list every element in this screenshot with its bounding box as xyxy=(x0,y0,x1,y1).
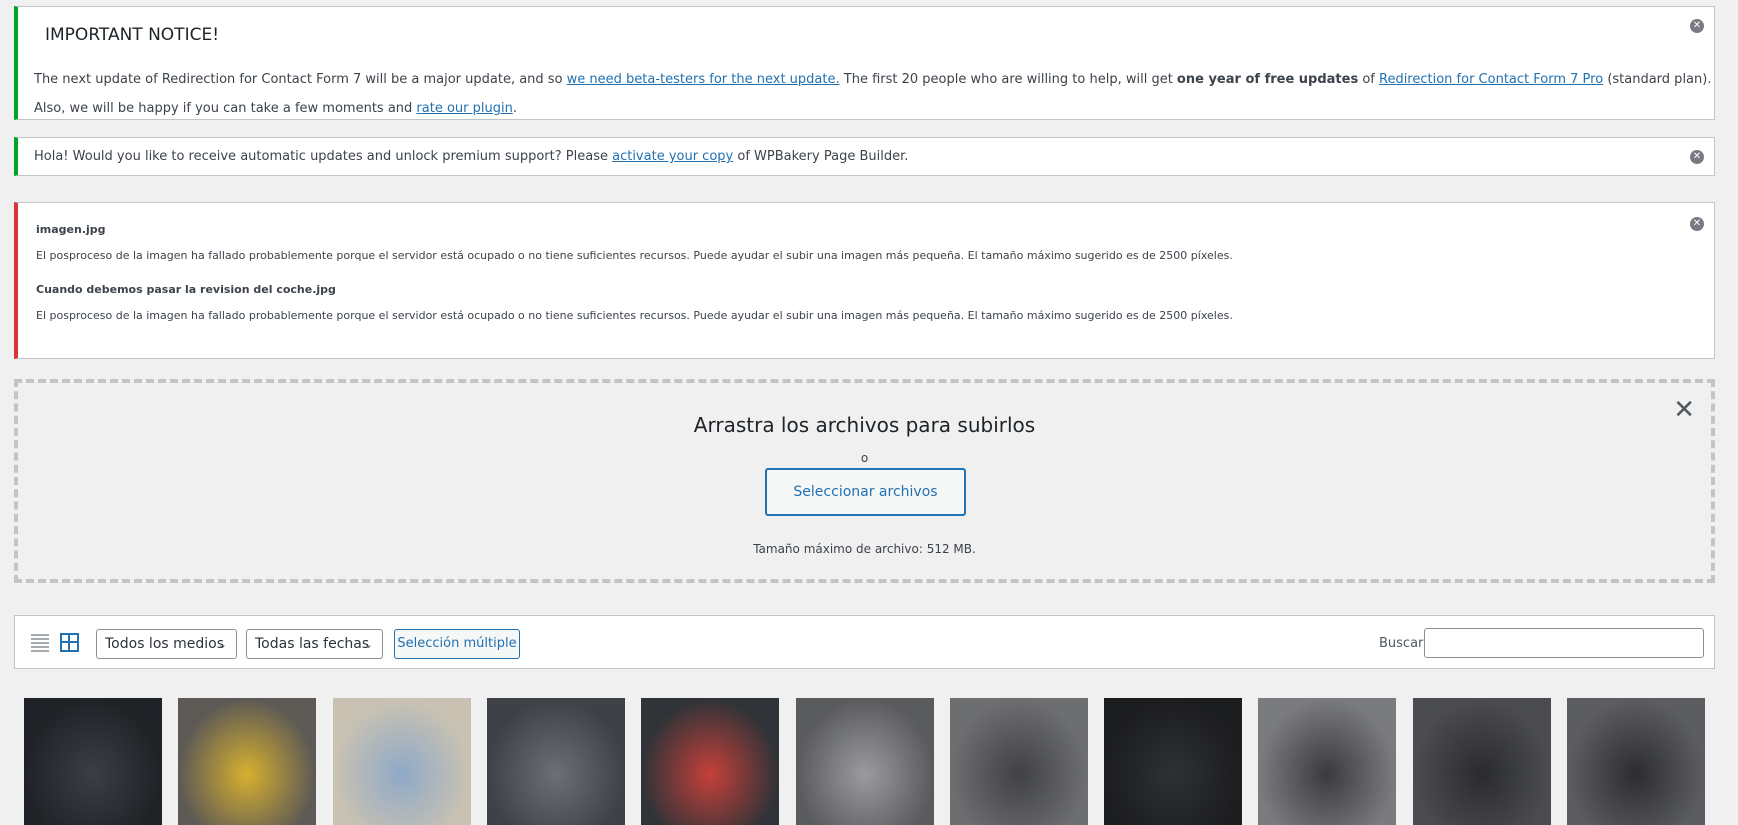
thumb-navigation-map[interactable] xyxy=(332,698,471,825)
search-label: Buscar xyxy=(1379,636,1424,651)
filter-value: Todos los medios xyxy=(105,636,225,652)
error-filename: imagen.jpg xyxy=(36,223,106,236)
thumb-usb-ports[interactable] xyxy=(1104,698,1243,825)
upload-dropzone[interactable]: ✕ Arrastra los archivos para subirlos o … xyxy=(14,379,1715,583)
thumb-steering-left[interactable] xyxy=(1412,698,1551,825)
thumb-steering-right[interactable] xyxy=(1567,698,1705,825)
upload-error-notice: imagen.jpg El posproceso de la imagen ha… xyxy=(14,202,1715,359)
thumbnail-image xyxy=(949,698,1088,825)
notice-paragraph: Hola! Would you like to receive automati… xyxy=(34,149,908,164)
filter-value: Todas las fechas xyxy=(255,636,370,652)
search-input[interactable] xyxy=(1424,628,1704,658)
drop-instructions: Arrastra los archivos para subirlos xyxy=(693,413,1036,437)
thumbnail-image xyxy=(1258,698,1397,825)
error-message: El posproceso de la imagen ha fallado pr… xyxy=(36,309,1233,322)
notice-text: (standard plan). xyxy=(1603,72,1712,87)
notice-text: The next update of Redirection for Conta… xyxy=(34,72,567,87)
thumbnail-image xyxy=(24,698,162,825)
thumbnail-image xyxy=(1567,698,1705,825)
notice-text: . xyxy=(512,101,517,116)
thumbnail-image xyxy=(1104,698,1243,825)
dismiss-icon[interactable]: ✕ xyxy=(1690,19,1704,33)
bulk-select-button[interactable]: Selección múltiple xyxy=(394,629,520,659)
dismiss-icon[interactable]: ✕ xyxy=(1690,150,1704,164)
media-type-filter[interactable]: Todos los medios ⌄ xyxy=(96,629,237,659)
notice-text: of WPBakery Page Builder. xyxy=(733,149,909,164)
thumbnail-image xyxy=(332,698,471,825)
notice-text: Hola! Would you like to receive automati… xyxy=(34,149,613,164)
thumbnail-image xyxy=(795,698,934,825)
thumbnail-image xyxy=(178,698,317,825)
thumb-drive-buttons[interactable] xyxy=(1258,698,1397,825)
max-upload-size: Tamaño máximo de archivo: 512 MB. xyxy=(753,542,976,556)
notice-title: IMPORTANT NOTICE! xyxy=(45,25,220,45)
thumbnail-image xyxy=(486,698,625,825)
thumbnail-image xyxy=(1412,698,1551,825)
activate-copy-link[interactable]: activate your copy xyxy=(612,149,733,164)
error-filename: Cuando debemos pasar la revision del coc… xyxy=(36,283,336,296)
wpbakery-notice: Hola! Would you like to receive automati… xyxy=(14,137,1715,176)
rate-plugin-link[interactable]: rate our plugin xyxy=(416,101,512,116)
important-notice: IMPORTANT NOTICE! The next update of Red… xyxy=(14,6,1715,120)
or-separator: o xyxy=(860,451,869,465)
grid-view-icon[interactable] xyxy=(60,633,79,652)
chevron-down-icon: ⌄ xyxy=(363,638,373,651)
thumb-climate-controls[interactable] xyxy=(949,698,1088,825)
thumb-infotainment-apps[interactable] xyxy=(641,698,780,825)
notice-bold-text: one year of free updates xyxy=(1176,72,1359,87)
thumb-infotainment-menu[interactable] xyxy=(486,698,625,825)
notice-paragraph: Also, we will be happy if you can take a… xyxy=(34,101,517,116)
beta-testers-link[interactable]: we need beta-testers for the next update… xyxy=(567,72,840,87)
notice-paragraph: The next update of Redirection for Conta… xyxy=(34,72,1711,87)
select-files-button[interactable]: Seleccionar archivos xyxy=(765,468,966,516)
thumb-reverse-camera[interactable] xyxy=(178,698,317,825)
thumb-dashboard-gauges[interactable] xyxy=(24,698,162,825)
media-toolbar: Todos los medios ⌄ Todas las fechas ⌄ Se… xyxy=(14,615,1715,669)
notice-text: Also, we will be happy if you can take a… xyxy=(34,101,417,116)
thumb-center-console[interactable] xyxy=(795,698,934,825)
notice-text: of xyxy=(1358,72,1379,87)
date-filter[interactable]: Todas las fechas ⌄ xyxy=(246,629,383,659)
error-message: El posproceso de la imagen ha fallado pr… xyxy=(36,249,1233,262)
list-view-icon[interactable] xyxy=(31,634,49,652)
thumbnail-image xyxy=(641,698,780,825)
dismiss-icon[interactable]: ✕ xyxy=(1690,217,1704,231)
chevron-down-icon: ⌄ xyxy=(217,638,227,651)
pro-plugin-link[interactable]: Redirection for Contact Form 7 Pro xyxy=(1379,72,1603,87)
notice-text: The first 20 people who are willing to h… xyxy=(839,72,1177,87)
